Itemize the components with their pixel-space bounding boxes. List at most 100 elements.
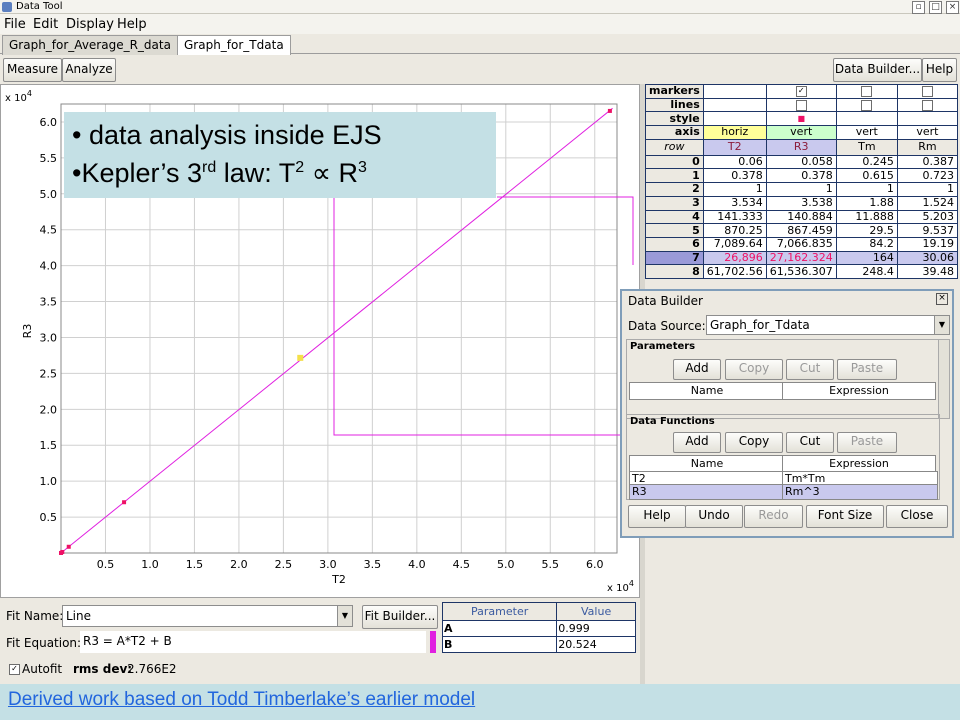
lines-checkbox[interactable] bbox=[861, 99, 873, 111]
table-cell[interactable]: 9.537 bbox=[896, 223, 959, 238]
builder-help-button[interactable]: Help bbox=[628, 505, 686, 528]
table-cell[interactable]: 0.387 bbox=[896, 154, 959, 170]
table-cell[interactable]: 248.4 bbox=[835, 264, 898, 279]
chevron-down-icon[interactable]: ▼ bbox=[934, 316, 949, 334]
paste-parameter-button[interactable]: Paste bbox=[837, 359, 897, 380]
table-cell[interactable]: 39.48 bbox=[896, 264, 959, 279]
fit-equation-field[interactable]: R3 = A*T2 + B bbox=[80, 631, 426, 653]
menu-file[interactable]: File bbox=[4, 17, 26, 32]
close-icon[interactable]: × bbox=[936, 293, 948, 305]
function-expression-cell[interactable]: Rm^3 bbox=[782, 484, 938, 500]
fit-color-swatch[interactable] bbox=[430, 631, 436, 653]
table-cell[interactable]: 84.2 bbox=[835, 236, 898, 252]
table-cell[interactable]: 1.88 bbox=[835, 195, 898, 211]
attribution-link[interactable]: Derived work based on Todd Timberlake’s … bbox=[8, 689, 475, 711]
lines-checkbox[interactable] bbox=[795, 99, 807, 111]
table-row[interactable]: 8 61,702.56 61,536.307 248.4 39.48 bbox=[645, 264, 959, 279]
copy-parameter-button[interactable]: Copy bbox=[725, 359, 783, 380]
table-cell[interactable]: 61,702.56 bbox=[702, 264, 767, 279]
table-cell[interactable]: 1 bbox=[896, 182, 959, 197]
table-cell[interactable]: 141.333 bbox=[702, 209, 767, 225]
menu-display[interactable]: Display bbox=[66, 17, 114, 32]
column-header-rm[interactable]: Rm bbox=[896, 138, 959, 156]
table-cell[interactable]: 164 bbox=[835, 250, 898, 266]
maximize-icon[interactable]: □ bbox=[929, 1, 942, 14]
table-cell[interactable]: 0.378 bbox=[765, 168, 837, 184]
table-row[interactable]: 6 7,089.64 7,066.835 84.2 19.19 bbox=[645, 236, 959, 252]
markers-checkbox[interactable]: ✓ bbox=[795, 85, 807, 97]
table-cell[interactable]: 19.19 bbox=[896, 236, 959, 252]
lines-checkbox[interactable] bbox=[921, 99, 933, 111]
close-icon[interactable]: × bbox=[946, 1, 959, 14]
table-cell[interactable]: 3.534 bbox=[702, 195, 767, 211]
data-builder-button[interactable]: Data Builder... bbox=[833, 58, 922, 82]
markers-checkbox[interactable] bbox=[861, 85, 873, 97]
table-cell[interactable]: 29.5 bbox=[835, 223, 898, 238]
table-cell[interactable]: 26,896 bbox=[702, 250, 767, 266]
chevron-down-icon[interactable]: ▼ bbox=[337, 606, 352, 626]
table-cell[interactable]: 7,066.835 bbox=[765, 236, 837, 252]
menu-help[interactable]: Help bbox=[117, 17, 147, 32]
scrollbar[interactable] bbox=[938, 339, 950, 419]
param-value[interactable]: 20.524 bbox=[556, 636, 636, 653]
table-cell[interactable]: 3.538 bbox=[765, 195, 837, 211]
style-swatch[interactable]: ■ bbox=[765, 111, 837, 127]
add-function-button[interactable]: Add bbox=[673, 432, 721, 453]
help-button[interactable]: Help bbox=[922, 58, 957, 82]
table-row[interactable]: 21111 bbox=[645, 182, 959, 197]
table-cell[interactable]: 0.245 bbox=[835, 154, 898, 170]
table-cell[interactable]: 0.723 bbox=[896, 168, 959, 184]
table-row[interactable]: 5 870.25 867.459 29.5 9.537 bbox=[645, 223, 959, 238]
measure-button[interactable]: Measure bbox=[3, 58, 62, 82]
add-parameter-button[interactable]: Add bbox=[673, 359, 721, 380]
table-cell[interactable]: 27,162.324 bbox=[765, 250, 837, 266]
font-size-button[interactable]: Font Size bbox=[806, 505, 884, 528]
table-cell[interactable]: 61,536.307 bbox=[765, 264, 837, 279]
axis-cell[interactable]: vert bbox=[835, 125, 898, 140]
column-header-t2[interactable]: T2 bbox=[702, 138, 767, 156]
paste-function-button[interactable]: Paste bbox=[837, 432, 897, 453]
tab-average-r-data[interactable]: Graph_for_Average_R_data bbox=[2, 35, 178, 55]
undo-button[interactable]: Undo bbox=[685, 505, 743, 528]
table-cell[interactable]: 0.058 bbox=[765, 154, 837, 170]
axis-cell[interactable]: vert bbox=[896, 125, 959, 140]
table-cell[interactable]: 7,089.64 bbox=[702, 236, 767, 252]
redo-button[interactable]: Redo bbox=[744, 505, 803, 528]
table-cell[interactable]: 1 bbox=[765, 182, 837, 197]
fit-builder-button[interactable]: Fit Builder... bbox=[362, 605, 438, 629]
table-cell[interactable]: 1 bbox=[835, 182, 898, 197]
param-value[interactable]: 0.999 bbox=[556, 620, 636, 637]
minimize-icon[interactable]: ▫ bbox=[912, 1, 925, 14]
table-row[interactable]: 0 0.06 0.058 0.245 0.387 bbox=[645, 154, 959, 170]
markers-checkbox[interactable] bbox=[921, 85, 933, 97]
data-source-select[interactable]: Graph_for_Tdata ▼ bbox=[706, 315, 950, 335]
table-cell[interactable]: 11.888 bbox=[835, 209, 898, 225]
table-cell[interactable]: 1.524 bbox=[896, 195, 959, 211]
table-cell[interactable]: 867.459 bbox=[765, 223, 837, 238]
copy-function-button[interactable]: Copy bbox=[725, 432, 783, 453]
table-row[interactable]: 3 3.534 3.538 1.88 1.524 bbox=[645, 195, 959, 211]
axis-cell[interactable]: horiz bbox=[702, 125, 767, 140]
table-row[interactable]: 4 141.333 140.884 11.888 5.203 bbox=[645, 209, 959, 225]
table-cell[interactable]: 0.615 bbox=[835, 168, 898, 184]
table-cell[interactable]: 0.06 bbox=[702, 154, 767, 170]
cut-function-button[interactable]: Cut bbox=[786, 432, 834, 453]
table-cell[interactable]: 1 bbox=[702, 182, 767, 197]
menu-edit[interactable]: Edit bbox=[33, 17, 58, 32]
column-header-tm[interactable]: Tm bbox=[835, 138, 898, 156]
table-cell[interactable]: 0.378 bbox=[702, 168, 767, 184]
table-row[interactable]: 7 26,896 27,162.324 164 30.06 bbox=[645, 250, 959, 266]
function-name-cell[interactable]: R3 bbox=[629, 484, 787, 500]
table-cell[interactable]: 30.06 bbox=[896, 250, 959, 266]
cut-parameter-button[interactable]: Cut bbox=[786, 359, 834, 380]
table-cell[interactable]: 870.25 bbox=[702, 223, 767, 238]
close-button[interactable]: Close bbox=[886, 505, 948, 528]
data-table[interactable]: markers ✓ lines style ■ axis horiz vert ve… bbox=[645, 84, 959, 279]
analyze-button[interactable]: Analyze bbox=[62, 58, 116, 82]
axis-cell[interactable]: vert bbox=[765, 125, 837, 140]
autofit-checkbox[interactable]: ✓ bbox=[9, 664, 20, 675]
table-cell[interactable]: 5.203 bbox=[896, 209, 959, 225]
table-cell[interactable]: 140.884 bbox=[765, 209, 837, 225]
fit-name-select[interactable]: Line ▼ bbox=[62, 605, 353, 627]
table-row[interactable]: 1 0.378 0.378 0.615 0.723 bbox=[645, 168, 959, 184]
